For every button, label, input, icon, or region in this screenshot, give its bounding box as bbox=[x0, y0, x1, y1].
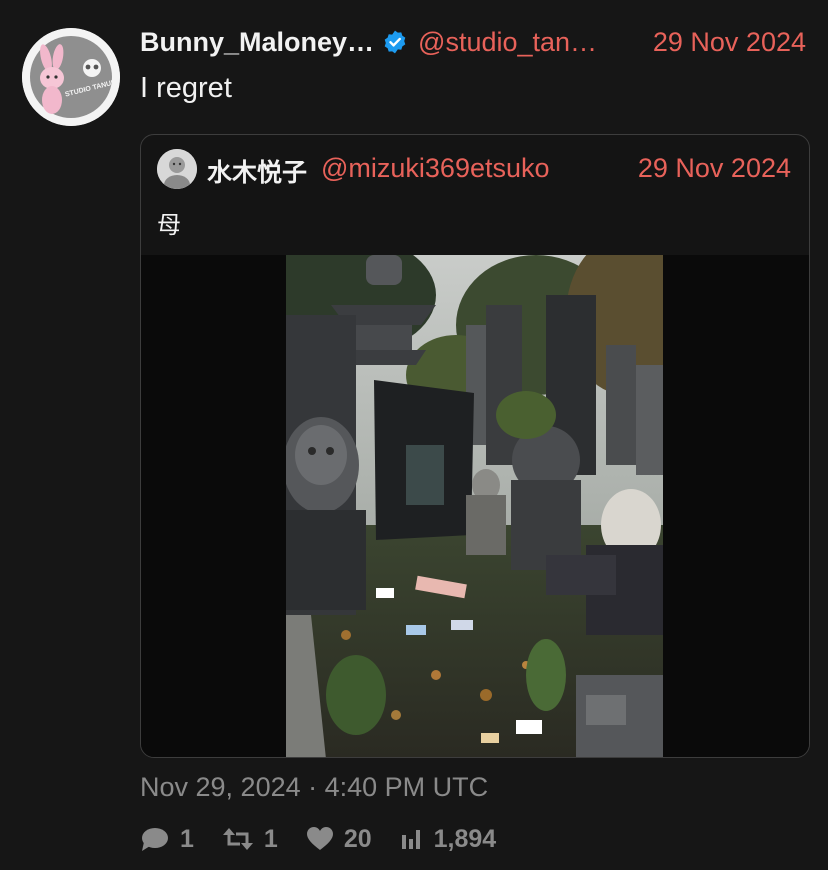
like-button[interactable]: 20 bbox=[306, 825, 372, 854]
author-avatar[interactable]: STUDIO TANUKI bbox=[22, 28, 120, 126]
tweet-header: Bunny_Maloney… @studio_tan… 29 Nov 2024 bbox=[140, 24, 806, 60]
tweet-timestamp[interactable]: Nov 29, 2024 · 4:40 PM UTC bbox=[140, 772, 488, 803]
reply-button[interactable]: 1 bbox=[140, 825, 194, 854]
quote-author-handle[interactable]: @mizuki369etsuko bbox=[321, 153, 550, 184]
studio-tanuki-logo: STUDIO TANUKI bbox=[22, 28, 120, 126]
comment-icon bbox=[142, 828, 168, 851]
retweet-count: 1 bbox=[263, 824, 278, 853]
tweet-stats: 1 1 20 1,894 bbox=[140, 822, 524, 856]
retweet-button[interactable]: 1 bbox=[222, 825, 278, 854]
author-handle[interactable]: @studio_tan… bbox=[418, 27, 597, 58]
like-count: 20 bbox=[343, 824, 372, 853]
cemetery-photo[interactable] bbox=[286, 255, 663, 757]
quoted-tweet[interactable]: 水木悦子 @mizuki369etsuko 29 Nov 2024 母 bbox=[140, 134, 810, 758]
verified-badge-icon bbox=[382, 29, 408, 55]
tweet-date[interactable]: 29 Nov 2024 bbox=[653, 27, 806, 58]
author-display-name[interactable]: Bunny_Maloney… bbox=[140, 27, 374, 58]
heart-icon bbox=[306, 827, 333, 850]
quote-media[interactable] bbox=[141, 255, 809, 757]
views-button[interactable]: 1,894 bbox=[400, 824, 497, 854]
tweet-text: I regret bbox=[140, 72, 232, 104]
reply-count: 1 bbox=[180, 824, 194, 853]
views-count: 1,894 bbox=[433, 824, 497, 853]
retweet-icon bbox=[222, 828, 253, 850]
quote-author-display-name[interactable]: 水木悦子 bbox=[207, 153, 307, 189]
bar-chart-icon bbox=[401, 830, 420, 849]
quote-author-avatar[interactable] bbox=[157, 149, 197, 189]
quote-text: 母 bbox=[157, 211, 181, 239]
quote-date[interactable]: 29 Nov 2024 bbox=[638, 153, 791, 184]
